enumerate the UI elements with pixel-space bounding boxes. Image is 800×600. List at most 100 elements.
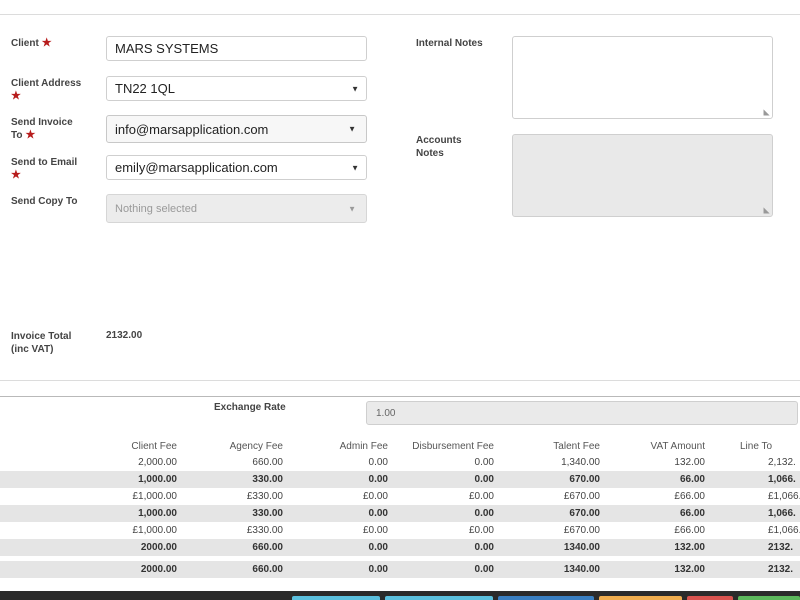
internal-notes-label: Internal Notes xyxy=(416,38,483,49)
table-cell: £330.00 xyxy=(246,491,283,502)
column-header: VAT Amount xyxy=(650,441,705,452)
table-cell: 2132. xyxy=(768,542,794,553)
footer-button-6[interactable] xyxy=(738,596,800,600)
send-invoice-to-label-wrap: Send Invoice To ★ xyxy=(11,116,91,142)
table-cell: £0.00 xyxy=(468,525,494,536)
send-invoice-to-label: Send Invoice To xyxy=(11,117,73,141)
table-cell: £66.00 xyxy=(674,491,705,502)
table-cell: 0.00 xyxy=(368,542,388,553)
table-row: £1,000.00 £330.00 £0.00 £0.00 £670.00 £66.00 £… xyxy=(0,522,800,539)
column-header: Admin Fee xyxy=(339,441,388,452)
table-cell: £670.00 xyxy=(563,491,600,502)
table-cell: 660.00 xyxy=(252,457,283,468)
table-cell: 0.00 xyxy=(474,542,494,553)
table-row: 2,000.00 660.00 0.00 0.00 1,340.00 132.00 2,13… xyxy=(0,454,800,471)
column-header: Agency Fee xyxy=(229,441,283,452)
send-to-email-value: emily@marsapplication.com xyxy=(115,160,278,175)
table-cell: 0.00 xyxy=(474,508,494,519)
table-row: 2000.00 660.00 0.00 0.00 1340.00 132.00 2132. xyxy=(0,561,800,578)
resize-handle-icon[interactable]: ◢ xyxy=(762,109,771,115)
table-cell: 1,340.00 xyxy=(561,457,600,468)
client-label-wrap: Client ★ xyxy=(11,37,52,50)
footer-button-1[interactable] xyxy=(292,596,380,600)
send-to-email-label-wrap: Send to Email ★ xyxy=(11,156,96,182)
internal-notes-textarea[interactable]: ◢ xyxy=(512,36,773,119)
table-cell: 1340.00 xyxy=(563,564,600,575)
table-cell: £1,066. xyxy=(768,525,800,536)
table-cell: 66.00 xyxy=(679,508,705,519)
table-cell: £1,066. xyxy=(768,491,800,502)
table-row: 1,000.00 330.00 0.00 0.00 670.00 66.00 1,066. xyxy=(0,505,800,522)
table-cell: 132.00 xyxy=(674,564,705,575)
table-cell: 330.00 xyxy=(252,474,283,485)
table-cell: 1340.00 xyxy=(563,542,600,553)
table-cell: 66.00 xyxy=(679,474,705,485)
table-cell: 660.00 xyxy=(252,564,283,575)
table-cell: 1,000.00 xyxy=(138,508,177,519)
send-to-email-label: Send to Email xyxy=(11,157,78,168)
table-row: £1,000.00 £330.00 £0.00 £0.00 £670.00 £66.00 £… xyxy=(0,488,800,505)
invoice-total-value: 2132.00 xyxy=(106,330,143,341)
table-cell: 2000.00 xyxy=(140,542,177,553)
column-header: Line To xyxy=(740,441,773,452)
table-cell: 0.00 xyxy=(474,564,494,575)
caret-down-icon: ▼ xyxy=(348,204,356,213)
table-cell: 670.00 xyxy=(569,474,600,485)
table-cell: 2000.00 xyxy=(140,564,177,575)
required-star-icon: ★ xyxy=(11,90,21,102)
table-cell: 0.00 xyxy=(474,457,494,468)
footer-button-3[interactable] xyxy=(498,596,594,600)
send-invoice-to-select[interactable]: info@marsapplication.com ▼ xyxy=(106,115,367,143)
invoice-total-label: Invoice Total (inc VAT) xyxy=(11,331,72,355)
exchange-rate-label: Exchange Rate xyxy=(214,402,286,413)
table-cell: £0.00 xyxy=(362,491,388,502)
required-star-icon: ★ xyxy=(11,169,21,181)
footer-button-4[interactable] xyxy=(599,596,682,600)
client-address-label-wrap: Client Address ★ xyxy=(11,77,101,103)
resize-handle-icon[interactable]: ◢ xyxy=(762,207,771,213)
caret-down-icon: ▼ xyxy=(351,84,359,93)
table-cell: 2,000.00 xyxy=(138,457,177,468)
table-cell: £1,000.00 xyxy=(132,491,178,502)
table-cell: 0.00 xyxy=(474,474,494,485)
caret-down-icon: ▼ xyxy=(348,124,356,134)
send-invoice-to-value: info@marsapplication.com xyxy=(115,121,269,137)
column-header: Client Fee xyxy=(131,441,177,452)
table-cell: 1,066. xyxy=(768,474,796,485)
footer-button-5[interactable] xyxy=(687,596,733,600)
client-label: Client xyxy=(11,38,39,49)
table-cell: 0.00 xyxy=(368,474,388,485)
exchange-rate-input[interactable]: 1.00 xyxy=(366,401,798,425)
top-divider xyxy=(0,14,800,15)
client-input[interactable]: MARS SYSTEMS xyxy=(106,36,367,61)
table-body: 2,000.00 660.00 0.00 0.00 1,340.00 132.00 2,13… xyxy=(0,454,800,578)
table-cell: £66.00 xyxy=(674,525,705,536)
client-address-select[interactable]: TN22 1QL ▼ xyxy=(106,76,367,101)
table-cell: 660.00 xyxy=(252,542,283,553)
exchange-rate-value: 1.00 xyxy=(376,407,396,419)
client-input-value: MARS SYSTEMS xyxy=(115,41,219,56)
table-cell: £1,000.00 xyxy=(132,525,178,536)
column-header: Disbursement Fee xyxy=(412,441,494,452)
table-cell: 670.00 xyxy=(569,508,600,519)
accounts-notes-label: Accounts Notes xyxy=(416,135,462,159)
table-header-row: Client Fee Agency Fee Admin Fee Disburse… xyxy=(0,440,800,454)
table-cell: £0.00 xyxy=(362,525,388,536)
required-star-icon: ★ xyxy=(25,129,36,141)
table-row: 1,000.00 330.00 0.00 0.00 670.00 66.00 1,066. xyxy=(0,471,800,488)
table-cell: 132.00 xyxy=(674,457,705,468)
send-copy-to-label: Send Copy To xyxy=(11,196,78,207)
send-copy-to-select[interactable]: Nothing selected ▼ xyxy=(106,194,367,223)
table-row: 2000.00 660.00 0.00 0.00 1340.00 132.00 2132. xyxy=(0,539,800,556)
client-address-value: TN22 1QL xyxy=(115,81,175,96)
column-header: Talent Fee xyxy=(553,441,600,452)
footer-button-2[interactable] xyxy=(385,596,493,600)
send-to-email-select[interactable]: emily@marsapplication.com ▼ xyxy=(106,155,367,180)
send-copy-to-placeholder: Nothing selected xyxy=(115,202,197,215)
section-divider xyxy=(0,380,800,381)
section-divider xyxy=(0,396,800,397)
table-cell: 0.00 xyxy=(368,457,388,468)
table-cell: 330.00 xyxy=(252,508,283,519)
accounts-notes-textarea[interactable]: ◢ xyxy=(512,134,773,217)
table-cell: £670.00 xyxy=(563,525,600,536)
